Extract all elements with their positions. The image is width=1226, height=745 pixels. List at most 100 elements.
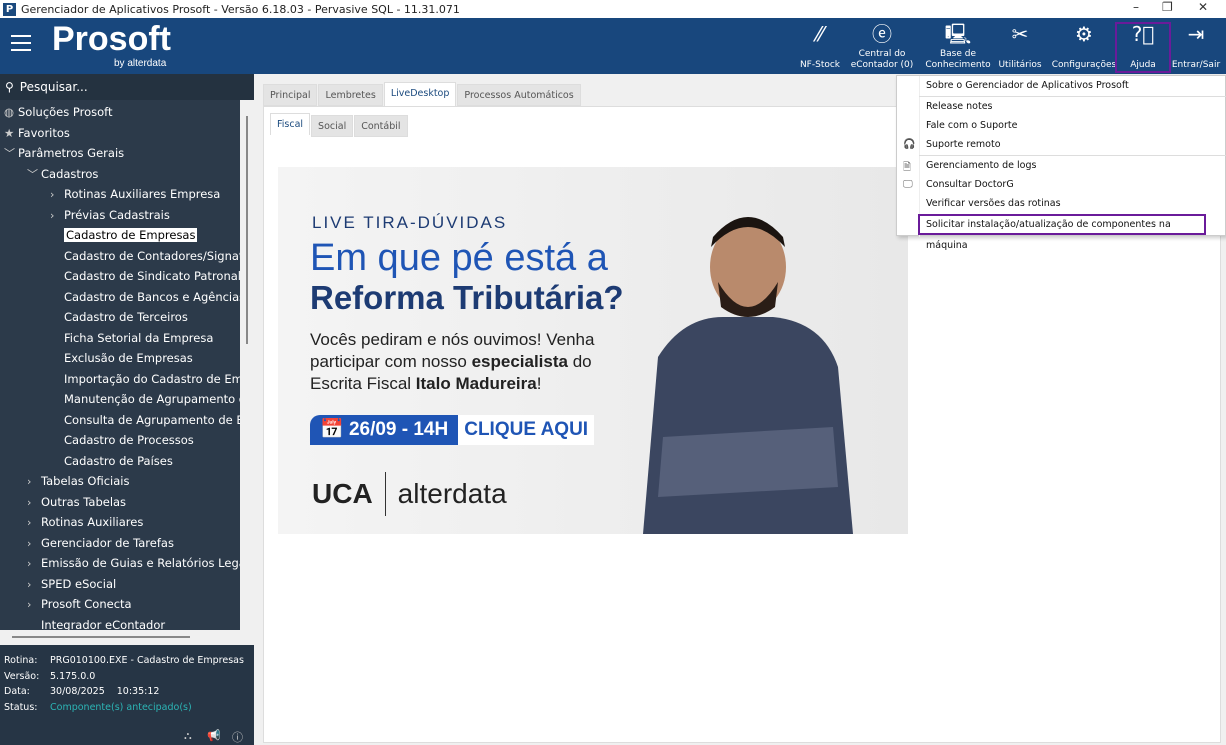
knowledge-base-button[interactable]: 🖳 Base de Conhecimento xyxy=(925,18,991,74)
tree-item[interactable]: › Rotinas Auxiliares Empresa xyxy=(50,184,220,204)
top-toolbar: Prosoft by alterdata ⁄⁄ NF-Stock ⓔ Central … xyxy=(0,18,1226,74)
collapsed-icon: › xyxy=(27,557,32,570)
nf-stock-button[interactable]: ⁄⁄ NF-Stock xyxy=(797,18,843,74)
tree-item[interactable]: Cadastro de Bancos e Agências xyxy=(50,287,240,307)
menu-item-check-versions[interactable]: Verificar versões das rotinas xyxy=(897,194,1226,213)
tree-item[interactable]: Consulta de Agrupamento de Empresas xyxy=(50,410,240,430)
tree-item-label: Cadastro de Bancos e Agências xyxy=(64,289,240,304)
nfstock-icon: ⁄⁄ xyxy=(816,22,824,46)
tree-item[interactable]: ﹀ Cadastros xyxy=(27,164,98,184)
tab-principal[interactable]: Principal xyxy=(263,84,318,106)
tree-item[interactable]: › Gerenciador de Tarefas xyxy=(27,533,174,553)
tree-item-label: Cadastro de Contadores/Signatários xyxy=(64,248,240,263)
vertical-scrollbar[interactable] xyxy=(240,100,254,630)
app-icon: P xyxy=(3,2,16,16)
tree-item-label: Rotinas Auxiliares Empresa xyxy=(64,187,221,201)
tree-item-label: Consulta de Agrupamento de Empresas xyxy=(64,412,240,427)
econtador-button[interactable]: ⓔ Central do eContador (0) xyxy=(849,18,915,74)
settings-button[interactable]: ⚙ Configurações xyxy=(1050,18,1118,74)
tree-item[interactable]: Cadastro de Terceiros xyxy=(50,307,188,327)
help-button-highlight xyxy=(1115,22,1171,73)
status-value: Componente(s) antecipado(s) xyxy=(50,701,192,713)
utilities-button[interactable]: ✂ Utilitários xyxy=(995,18,1045,74)
horizontal-scrollbar[interactable] xyxy=(0,630,254,645)
tree-item[interactable]: Cadastro de Sindicato Patronal xyxy=(50,266,240,286)
collapsed-icon: › xyxy=(27,598,32,611)
search-icon: ⚲ xyxy=(5,80,14,94)
live-banner[interactable]: LIVE TIRA-DÚVIDAS Em que pé está a Refor… xyxy=(278,167,908,534)
tree-item[interactable]: › SPED eSocial xyxy=(27,574,116,594)
data-value: 30/08/2025 xyxy=(50,686,105,697)
megaphone-icon[interactable]: 📢 xyxy=(207,729,221,742)
tree-item[interactable]: Importação do Cadastro de Empresas xyxy=(50,369,240,389)
menu-item-log-management[interactable]: Gerenciamento de logs xyxy=(897,156,1226,175)
tree-item[interactable]: Manutenção de Agrupamento de Empresas xyxy=(50,389,240,409)
rotina-label: Rotina: xyxy=(4,655,38,666)
tree-item-label: Cadastro de Sindicato Patronal xyxy=(64,269,240,283)
search-input[interactable]: ⚲ Pesquisar... xyxy=(0,74,254,100)
menu-item-release-notes[interactable]: Release notes xyxy=(897,97,1226,116)
tab-fiscal[interactable]: Fiscal xyxy=(270,113,311,135)
login-logout-button[interactable]: ⇥ Entrar/Sair xyxy=(1168,18,1224,74)
help-icon[interactable]: ⓘ xyxy=(232,729,243,745)
versao-label: Versão: xyxy=(4,670,40,682)
tab-lembretes[interactable]: Lembretes xyxy=(318,84,383,106)
tools-icon: ✂ xyxy=(1011,22,1029,46)
banner-cta[interactable]: 📅 26/09 - 14H CLIQUE AQUI xyxy=(310,415,595,445)
tab-livedesktop[interactable]: LiveDesktop xyxy=(383,82,457,106)
tree-item-label: Cadastros xyxy=(41,166,99,181)
network-icon[interactable]: ⛬ xyxy=(184,729,192,743)
expanded-icon: ﹀ xyxy=(27,167,38,181)
expanded-icon: ﹀ xyxy=(4,147,15,160)
hamburger-menu-icon[interactable] xyxy=(11,35,31,51)
title-bar: P Gerenciador de Aplicativos Prosoft - V… xyxy=(0,0,1226,18)
close-button[interactable]: ✕ xyxy=(1198,0,1208,14)
globe-icon: ◍ xyxy=(4,105,15,119)
collapsed-icon: › xyxy=(27,536,32,550)
tree-item[interactable]: ﹀ Parâmetros Gerais xyxy=(4,143,124,163)
menu-item-contact-support[interactable]: Fale com o Suporte xyxy=(897,116,1226,135)
tree-item-label: Soluções Prosoft xyxy=(18,105,113,119)
tree-item[interactable]: Exclusão de Empresas xyxy=(50,348,193,368)
help-dropdown-menu: Sobre o Gerenciador de Aplicativos Proso… xyxy=(896,75,1226,251)
tree-item-label: Cadastro de Processos xyxy=(64,433,194,447)
tree-item[interactable]: ◍ Soluções Prosoft xyxy=(4,102,113,122)
tree-item[interactable]: Cadastro de Processos xyxy=(50,430,194,450)
tab-processos-automaticos[interactable]: Processos Automáticos xyxy=(457,84,581,106)
tab-contabil[interactable]: Contábil xyxy=(354,115,408,137)
tree-item[interactable]: Integrador eContador xyxy=(27,615,165,631)
collapsed-icon: › xyxy=(27,495,32,509)
tree-item[interactable]: › Rotinas Auxiliares xyxy=(27,512,143,532)
tree-item-label: Parâmetros Gerais xyxy=(18,146,125,160)
maximize-button[interactable]: ❐ xyxy=(1162,0,1173,14)
tree-item[interactable]: Cadastro de Empresas xyxy=(50,225,198,245)
tree-item[interactable]: › Prévias Cadastrais xyxy=(50,205,170,225)
collapsed-icon: › xyxy=(27,516,32,529)
hora-value: 10:35:12 xyxy=(116,686,160,697)
tree-item[interactable]: › Emissão de Guias e Relatórios Legais xyxy=(27,553,240,573)
tree-item-label: Rotinas Auxiliares xyxy=(41,515,144,529)
tree-item[interactable]: › Tabelas Oficiais xyxy=(27,471,129,491)
menu-item-about[interactable]: Sobre o Gerenciador de Aplicativos Proso… xyxy=(897,76,1226,95)
minimize-button[interactable]: – xyxy=(1133,0,1139,14)
tree-item[interactable]: › Prosoft Conecta xyxy=(27,594,132,614)
data-label: Data: xyxy=(4,686,30,697)
tree-item[interactable]: Cadastro de Países xyxy=(50,451,173,471)
menu-item-doctorg[interactable]: Consultar DoctorG xyxy=(897,175,1226,194)
routine-info-panel: Rotina: PRG010100.EXE - Cadastro de Empre… xyxy=(0,645,254,745)
econtador-icon: ⓔ xyxy=(872,22,892,46)
menu-item-request-components[interactable]: Solicitar instalação/atualização de comp… xyxy=(918,214,1206,251)
tree-item[interactable]: Cadastro de Contadores/Signatários xyxy=(50,246,240,266)
tree-item-label: SPED eSocial xyxy=(41,576,117,591)
banner-kicker: LIVE TIRA-DÚVIDAS xyxy=(312,213,508,232)
tree-item-label: Prévias Cadastrais xyxy=(64,207,170,222)
tree-item[interactable]: ★ Favoritos xyxy=(4,123,70,143)
tree-item-label: Manutenção de Agrupamento de Empresas xyxy=(64,392,240,406)
tree-item-label: Cadastro de Países xyxy=(64,453,173,468)
tree-item[interactable]: › Outras Tabelas xyxy=(27,492,126,512)
tree-item[interactable]: Ficha Setorial da Empresa xyxy=(50,328,213,348)
collapsed-icon: › xyxy=(27,577,32,591)
menu-item-remote-support[interactable]: Suporte remoto xyxy=(897,135,1226,154)
tree-item-label: Ficha Setorial da Empresa xyxy=(64,330,214,345)
tab-social[interactable]: Social xyxy=(311,115,354,137)
